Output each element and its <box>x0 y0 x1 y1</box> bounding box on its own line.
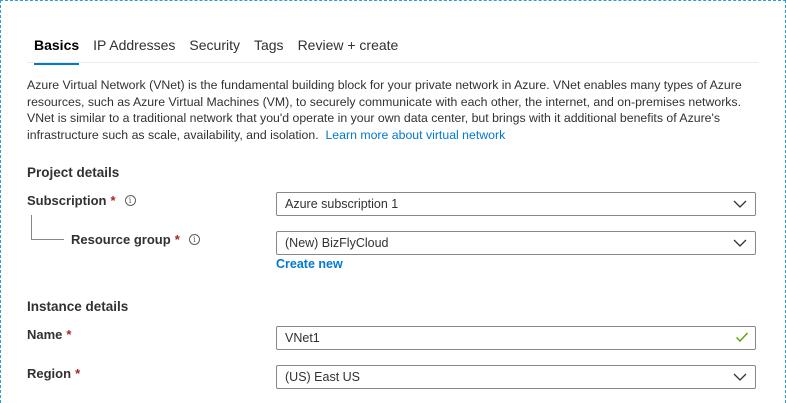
resource-group-label: Resource group * i <box>71 232 200 247</box>
required-marker: * <box>174 232 180 247</box>
region-value: (US) East US <box>285 370 361 384</box>
name-label-text: Name <box>27 327 63 342</box>
resource-group-value: (New) BizFlyCloud <box>285 236 389 250</box>
tab-basics[interactable]: Basics <box>27 32 86 65</box>
info-icon[interactable]: i <box>124 195 136 206</box>
create-new-link[interactable]: Create new <box>276 257 343 271</box>
tab-review-create[interactable]: Review + create <box>291 32 406 62</box>
chevron-down-icon <box>733 239 747 247</box>
subscription-label: Subscription * i <box>27 193 136 208</box>
resource-group-label-text: Resource group <box>71 232 171 247</box>
tab-ip-addresses[interactable]: IP Addresses <box>86 32 182 62</box>
vnet-description: Azure Virtual Network (VNet) is the fund… <box>27 77 767 143</box>
tab-tags[interactable]: Tags <box>247 32 291 62</box>
tab-bar: Basics IP Addresses Security Tags Review… <box>27 32 406 65</box>
tab-divider <box>27 62 759 63</box>
name-label: Name * <box>27 327 71 342</box>
chevron-down-icon <box>733 373 747 381</box>
region-label: Region * <box>27 366 80 381</box>
region-dropdown[interactable]: (US) East US <box>276 365 756 389</box>
region-label-text: Region <box>27 366 72 381</box>
subscription-dropdown[interactable]: Azure subscription 1 <box>276 192 756 216</box>
project-details-heading: Project details <box>27 165 120 180</box>
name-value: VNet1 <box>285 331 320 345</box>
required-marker: * <box>75 366 81 381</box>
tab-security[interactable]: Security <box>182 32 247 62</box>
resource-group-dropdown[interactable]: (New) BizFlyCloud <box>276 231 756 255</box>
tree-connector <box>31 215 64 240</box>
required-marker: * <box>110 193 116 208</box>
subscription-value: Azure subscription 1 <box>285 197 399 211</box>
name-input[interactable]: VNet1 <box>276 326 756 350</box>
info-icon[interactable]: i <box>188 234 200 245</box>
chevron-down-icon <box>733 200 747 208</box>
checkmark-icon <box>736 332 749 343</box>
learn-more-link[interactable]: Learn more about virtual network <box>325 128 505 142</box>
subscription-label-text: Subscription <box>27 193 107 208</box>
required-marker: * <box>66 327 72 342</box>
instance-details-heading: Instance details <box>27 299 129 314</box>
